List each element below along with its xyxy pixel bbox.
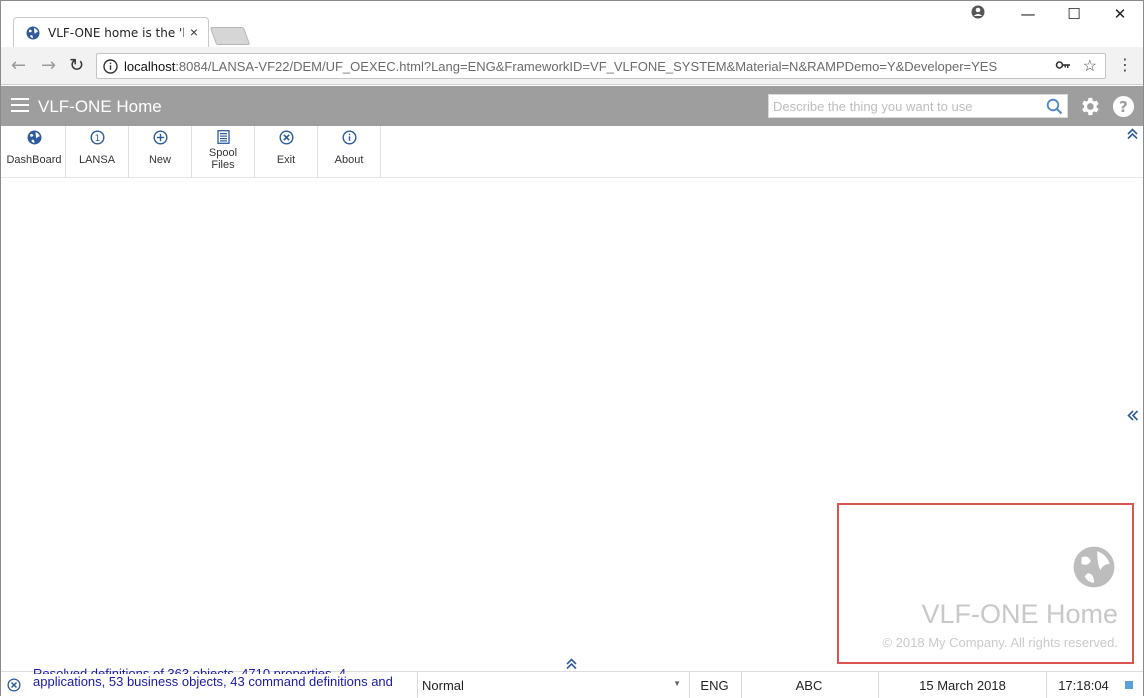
toolbar-label: New xyxy=(148,154,171,166)
collapse-toolbar-icon[interactable] xyxy=(1126,127,1139,145)
settings-gear-icon[interactable] xyxy=(1078,95,1101,123)
url-path: :8084/LANSA-VF22/DEM/UF_OEXEC.html?Lang=… xyxy=(175,59,998,74)
toolbar-label-line2: Files xyxy=(211,159,235,171)
svg-text:1: 1 xyxy=(94,134,100,144)
status-date: 15 March 2018 xyxy=(878,672,1046,698)
toolbar-dashboard-button[interactable]: DashBoard xyxy=(3,126,66,178)
toolbar-label: About xyxy=(334,154,364,166)
new-tab-button[interactable] xyxy=(209,27,251,45)
toolbar-label: Spool Files xyxy=(192,147,254,171)
status-message: Resolved definitions of 363 objects, 471… xyxy=(33,666,415,696)
browser-menu-icon[interactable]: ⋮ xyxy=(1117,55,1133,74)
chevron-down-icon: ▼ xyxy=(673,679,681,688)
browser-window: VLF-ONE home is the 'home × — ☐ ✕ ← → ↻ … xyxy=(0,0,1144,698)
document-icon xyxy=(192,130,254,146)
toolbar-label: LANSA xyxy=(78,154,116,166)
search-icon[interactable] xyxy=(1046,98,1063,120)
profile-icon[interactable] xyxy=(963,5,993,27)
key-icon[interactable] xyxy=(1055,57,1071,76)
toolbar-label: DashBoard xyxy=(6,154,62,166)
mode-select[interactable]: Normal ▼ xyxy=(417,672,687,698)
keyboard-indicator: ABC xyxy=(741,672,876,698)
minimize-button[interactable]: — xyxy=(1013,5,1043,27)
globe-icon xyxy=(3,130,65,146)
status-bar: Resolved definitions of 363 objects, 471… xyxy=(1,666,1143,698)
copyright-text: © 2018 My Company. All rights reserved. xyxy=(882,635,1119,650)
tab-title: VLF-ONE home is the 'home xyxy=(48,26,184,40)
activity-indicator xyxy=(1125,681,1133,689)
forward-button[interactable]: → xyxy=(41,55,56,76)
reload-button[interactable]: ↻ xyxy=(69,55,84,76)
status-time: 17:18:04 xyxy=(1046,672,1120,698)
globe-icon xyxy=(26,26,40,45)
status-message-line1: Resolved definitions of 363 objects, 471… xyxy=(33,666,346,674)
splash-title: VLF-ONE Home xyxy=(921,599,1118,629)
toolbar-label: Exit xyxy=(276,154,296,166)
url-text: localhost:8084/LANSA-VF22/DEM/UF_OEXEC.h… xyxy=(124,59,997,74)
browser-tab[interactable]: VLF-ONE home is the 'home × xyxy=(13,17,209,47)
hamburger-menu-icon[interactable] xyxy=(11,98,29,112)
close-window-button[interactable]: ✕ xyxy=(1105,5,1135,27)
app-title: VLF-ONE Home xyxy=(38,97,162,116)
x-circle-icon xyxy=(255,130,317,146)
browser-navbar: ← → ↻ localhost:8084/LANSA-VF22/DEM/UF_O… xyxy=(1,47,1143,85)
help-icon[interactable]: ? xyxy=(1112,95,1135,123)
number-one-circle-icon: 1 xyxy=(66,130,128,146)
command-toolbar: DashBoard 1 LANSA New Spool Files Exit A… xyxy=(1,126,1143,178)
info-icon[interactable] xyxy=(103,59,118,79)
maximize-button[interactable]: ☐ xyxy=(1059,5,1089,27)
home-splash-panel: VLF-ONE Home © 2018 My Company. All righ… xyxy=(837,503,1134,664)
address-bar[interactable]: localhost:8084/LANSA-VF22/DEM/UF_OEXEC.h… xyxy=(96,53,1106,79)
toolbar-about-button[interactable]: About xyxy=(318,126,381,178)
status-message-line2: applications, 53 business objects, 43 co… xyxy=(33,674,393,689)
app-header: VLF-ONE Home ? xyxy=(1,86,1143,126)
info-circle-icon xyxy=(318,130,380,146)
search-box xyxy=(768,94,1068,118)
close-messages-icon[interactable] xyxy=(7,678,21,697)
plus-circle-icon xyxy=(129,130,191,146)
mode-value: Normal xyxy=(422,678,464,693)
language-indicator: ENG xyxy=(689,672,739,698)
search-input[interactable] xyxy=(769,95,1039,117)
toolbar-lansa-button[interactable]: 1 LANSA xyxy=(66,126,129,178)
globe-icon xyxy=(1072,545,1116,594)
svg-text:?: ? xyxy=(1119,98,1128,116)
toolbar-new-button[interactable]: New xyxy=(129,126,192,178)
toolbar-label-line1: Spool xyxy=(208,147,238,159)
tab-bar: VLF-ONE home is the 'home × — ☐ ✕ xyxy=(1,1,1143,47)
toolbar-exit-button[interactable]: Exit xyxy=(255,126,318,178)
expand-right-panel-icon[interactable] xyxy=(1126,409,1139,427)
url-host: localhost xyxy=(124,59,176,74)
star-icon[interactable]: ☆ xyxy=(1083,56,1097,76)
back-button[interactable]: ← xyxy=(11,55,26,76)
tab-close-icon[interactable]: × xyxy=(190,24,198,40)
toolbar-spool-files-button[interactable]: Spool Files xyxy=(192,126,255,178)
